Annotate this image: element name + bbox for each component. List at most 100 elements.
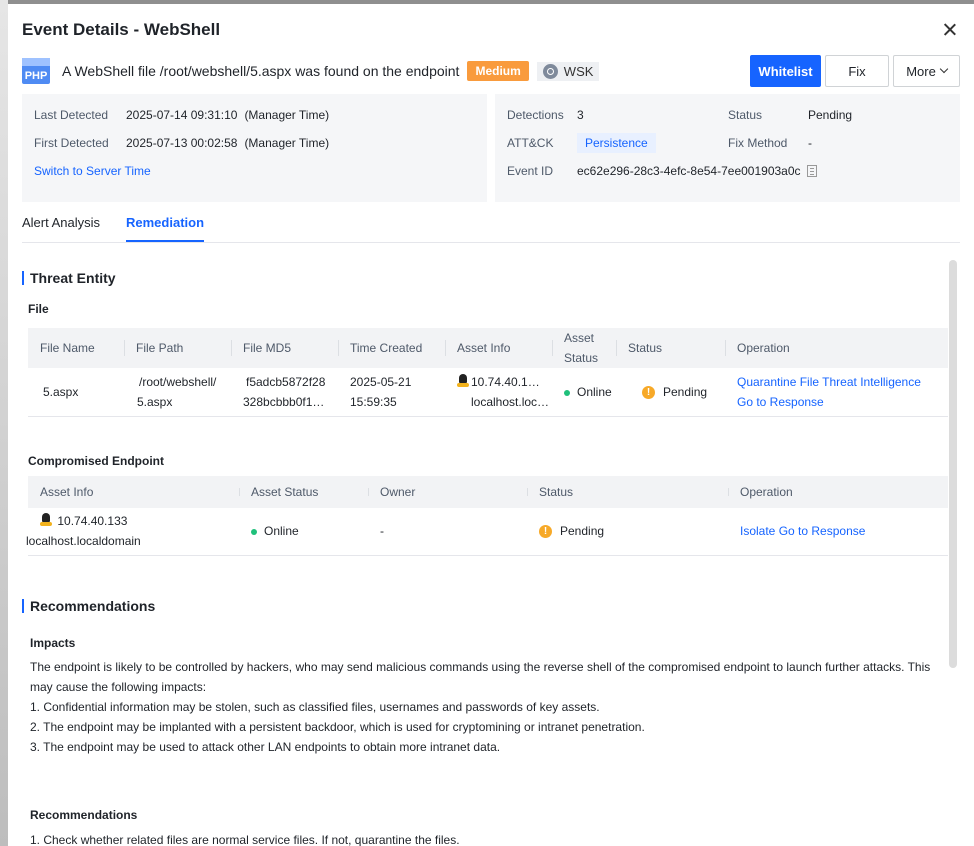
isolate-link[interactable]: Isolate xyxy=(740,524,775,538)
more-button-label: More xyxy=(906,63,936,79)
column-header: Owner xyxy=(368,476,415,508)
wsk-icon xyxy=(542,63,558,79)
detection-time-panel: Last Detected 2025-07-14 09:31:10 (Manag… xyxy=(22,94,487,202)
attck-tag: Persistence xyxy=(577,133,656,153)
dialog-title: Event Details - WebShell xyxy=(22,20,221,39)
asset-status-cell: Online xyxy=(564,382,612,402)
first-detected-label: First Detected xyxy=(34,136,109,150)
last-detected-label: Last Detected xyxy=(34,108,109,122)
warning-icon: ! xyxy=(539,525,552,539)
endpoint-table: Asset Info Asset Status Owner Status Ope… xyxy=(26,476,948,560)
impacts-intro-1: The endpoint is likely to be controlled … xyxy=(30,660,931,674)
action-buttons: Whitelist Fix More xyxy=(750,55,960,87)
file-table: File Name File Path File MD5 Time Create… xyxy=(28,328,948,418)
go-to-response-link[interactable]: Go to Response xyxy=(737,395,824,409)
time-created-line2: 15:59:35 xyxy=(350,395,397,409)
compromised-endpoint-subtitle: Compromised Endpoint xyxy=(28,454,164,468)
detail-tabs: Alert Analysis Remediation xyxy=(22,209,960,243)
status-cell: ! Pending xyxy=(642,382,707,402)
background-window xyxy=(0,0,8,846)
online-dot-icon xyxy=(564,389,570,396)
first-detected-value: 2025-07-13 00:02:58 xyxy=(126,136,238,150)
operation-cell: Quarantine File Threat Intelligence xyxy=(737,372,921,392)
warning-icon: ! xyxy=(642,386,655,400)
file-md5-line2: 328bcbbb0f1… xyxy=(243,395,325,409)
column-header: File MD5 xyxy=(231,328,291,368)
endpoint-status-text: Pending xyxy=(560,524,605,538)
close-icon[interactable] xyxy=(940,20,960,40)
severity-badge: Medium xyxy=(467,61,529,81)
php-file-icon: PHP xyxy=(22,58,50,84)
column-header: Status xyxy=(527,476,573,508)
quarantine-file-link[interactable]: Quarantine File xyxy=(737,375,819,389)
operation-cell-2: Go to Response xyxy=(737,392,824,412)
asset-ip: 10.74.40.1… xyxy=(471,375,540,389)
recommendations-title: Recommendations xyxy=(22,599,155,613)
asset-status-text: Online xyxy=(577,385,612,399)
linux-icon xyxy=(40,513,52,526)
chevron-down-icon xyxy=(939,64,949,74)
whitelist-button[interactable]: Whitelist xyxy=(750,55,821,87)
detections-label: Detections xyxy=(507,108,564,122)
threat-entity-title: Threat Entity xyxy=(22,271,116,285)
endpoint-owner: - xyxy=(380,524,384,538)
source-tag: WSK xyxy=(536,61,600,81)
asset-info-line1: 10.74.40.1… xyxy=(457,372,540,392)
impact-item: 1. Confidential information may be stole… xyxy=(30,700,600,714)
endpoint-status: ! Pending xyxy=(539,521,604,541)
endpoint-host: localhost.localdomain xyxy=(26,534,141,548)
file-name-cell: 5.aspx xyxy=(43,385,79,399)
fix-method-value: - xyxy=(808,136,812,150)
column-header: File Name xyxy=(40,341,95,355)
event-summary: PHP A WebShell file /root/webshell/5.asp… xyxy=(22,55,960,87)
endpoint-operation: Isolate Go to Response xyxy=(740,521,865,541)
endpoint-table-header: Asset Info Asset Status Owner Status Ope… xyxy=(28,476,948,508)
impact-item: 2. The endpoint may be implanted with a … xyxy=(30,720,645,734)
last-detected-suffix: (Manager Time) xyxy=(244,108,330,122)
column-header: Operation xyxy=(728,476,793,508)
file-table-header: File Name File Path File MD5 Time Create… xyxy=(28,328,948,368)
go-to-response-link[interactable]: Go to Response xyxy=(779,524,866,538)
source-tag-label: WSK xyxy=(563,63,594,79)
asset-info-line2: localhost.loc… xyxy=(471,395,550,409)
event-id-value: ec62e296-28c3-4efc-8e54-7ee001903a0c xyxy=(577,164,801,178)
tab-remediation[interactable]: Remediation xyxy=(126,215,205,242)
impacts-title: Impacts xyxy=(30,636,76,650)
online-dot-icon xyxy=(251,528,257,535)
attck-label: ATT&CK xyxy=(507,136,554,150)
table-row: 5.aspx /root/webshell/ 5.aspx f5adcb5872… xyxy=(28,368,948,417)
endpoint-asset-status-text: Online xyxy=(264,524,299,538)
status-text: Pending xyxy=(663,385,708,399)
content-scrollbar[interactable] xyxy=(949,260,957,668)
detections-value: 3 xyxy=(577,108,584,122)
column-header: Asset Status xyxy=(239,476,318,508)
fix-method-label: Fix Method xyxy=(728,136,788,150)
first-detected-suffix: (Manager Time) xyxy=(244,136,330,150)
endpoint-ip: 10.74.40.133 xyxy=(40,511,127,531)
recommendation-item: 1. Check whether related files are norma… xyxy=(30,833,460,846)
dialog-header: Event Details - WebShell xyxy=(22,18,960,42)
file-subtitle: File xyxy=(28,302,49,316)
impact-item: 3. The endpoint may be used to attack ot… xyxy=(30,740,501,754)
switch-server-time-link[interactable]: Switch to Server Time xyxy=(34,164,151,178)
event-id-label: Event ID xyxy=(507,164,554,178)
column-header: Time Created xyxy=(338,328,422,368)
copy-icon[interactable] xyxy=(806,165,817,177)
column-header: File Path xyxy=(124,328,183,368)
column-header: Asset Info xyxy=(445,328,510,368)
linux-icon xyxy=(457,374,469,387)
file-md5-line1: f5adcb5872f28 xyxy=(246,375,326,389)
threat-intelligence-link[interactable]: Threat Intelligence xyxy=(822,375,921,389)
status-label: Status xyxy=(728,108,763,122)
tab-alert-analysis[interactable]: Alert Analysis xyxy=(22,215,100,240)
column-header: Status xyxy=(616,328,662,368)
endpoint-ip-text: 10.74.40.133 xyxy=(57,514,128,528)
more-button[interactable]: More xyxy=(893,55,960,87)
remediation-content: Threat Entity File File Name File Path F… xyxy=(22,264,948,846)
event-details-dialog: Event Details - WebShell PHP A WebShell … xyxy=(8,4,974,846)
impacts-intro-2: may cause the following impacts: xyxy=(30,680,207,694)
fix-button[interactable]: Fix xyxy=(825,55,889,87)
file-path-line1: /root/webshell/ xyxy=(139,375,217,389)
endpoint-asset-status: Online xyxy=(251,521,299,541)
event-meta-panel: Detections 3 Status Pending ATT&CK Persi… xyxy=(495,94,960,202)
